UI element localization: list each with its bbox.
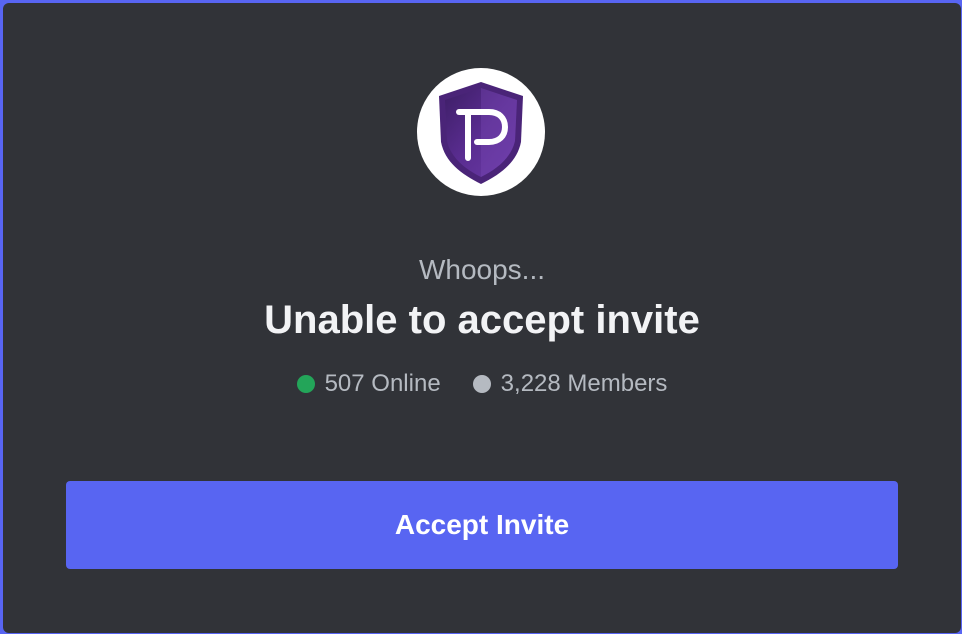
- accept-invite-button[interactable]: Accept Invite: [66, 481, 898, 569]
- pivx-shield-logo-icon: [439, 82, 523, 184]
- members-stat: 3,228 Members: [472, 369, 668, 399]
- invite-modal: Whoops... Unable to accept invite 507 On…: [3, 3, 961, 633]
- invite-title: Unable to accept invite: [264, 298, 700, 342]
- members-status-dot-icon: [472, 375, 491, 393]
- invite-subtitle: Whoops...: [418, 254, 546, 285]
- server-stats: 507 Online 3,228 Members: [3, 369, 961, 399]
- member-count: 3,228 Members: [500, 370, 668, 397]
- server-avatar: [417, 68, 545, 196]
- online-count: 507 Online: [324, 370, 441, 397]
- online-status-dot-icon: [296, 375, 315, 393]
- online-stat: 507 Online: [296, 369, 441, 399]
